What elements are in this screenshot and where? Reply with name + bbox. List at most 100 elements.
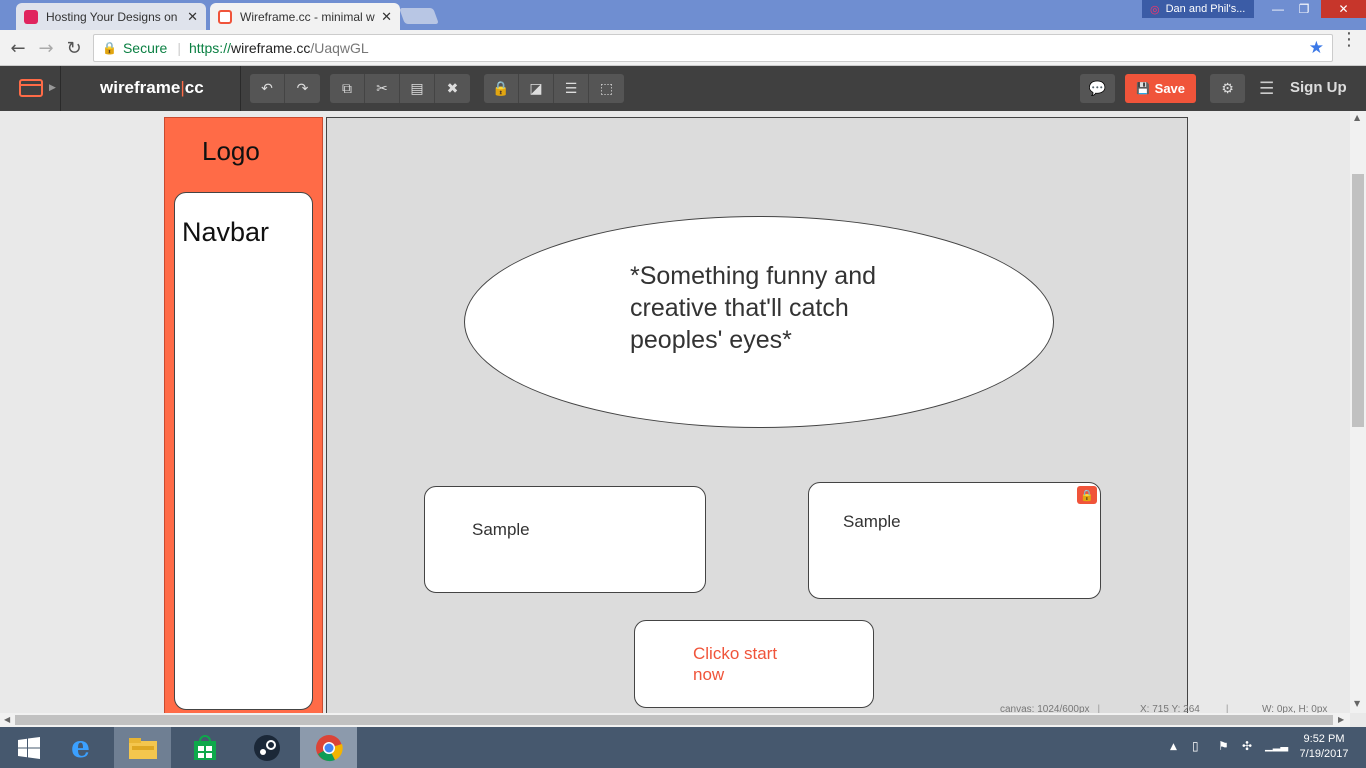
brand-text: wireframe xyxy=(100,78,181,97)
hamburger-icon[interactable]: ☰ xyxy=(1259,79,1274,99)
page-menu-icon[interactable] xyxy=(19,79,43,97)
horizontal-scrollbar[interactable]: ◀ ▶ xyxy=(0,713,1350,727)
comment-button[interactable]: 💬 xyxy=(1080,74,1115,103)
close-tab-icon[interactable]: ✕ xyxy=(381,9,392,25)
vertical-scrollbar[interactable]: ▲ ▼ xyxy=(1350,111,1366,713)
taskbar-edge[interactable]: e xyxy=(52,727,109,768)
toolbar-divider xyxy=(60,66,61,111)
screen: Hosting Your Designs on ✕ Wireframe.cc -… xyxy=(0,0,1366,768)
url-protocol: https:// xyxy=(188,40,231,56)
browser-tab-strip: Hosting Your Designs on ✕ Wireframe.cc -… xyxy=(0,0,1366,30)
browser-tab-wireframe[interactable]: Wireframe.cc - minimal w ✕ xyxy=(210,3,400,30)
tab-title: Hosting Your Designs on xyxy=(46,9,178,24)
scroll-up-icon[interactable]: ▲ xyxy=(1354,113,1360,122)
app-toolbar: ▶ wireframe|cc ↶ ↷ ⧉ ✂ ▤ ✖ 🔒 ◪ ☰ ⬚ 💬 💾 S… xyxy=(0,66,1366,111)
undo-button[interactable]: ↶ xyxy=(250,74,285,103)
windows-logo-icon xyxy=(17,736,40,759)
minimize-button[interactable]: — xyxy=(1264,0,1292,18)
bookmark-star-icon[interactable]: ★ xyxy=(1309,38,1324,58)
scroll-down-icon[interactable]: ▼ xyxy=(1354,699,1360,708)
wireframe-canvas[interactable]: *Something funny and creative that'll ca… xyxy=(326,117,1188,713)
lock-icon: 🔒 xyxy=(102,41,117,55)
url-host: wireframe.cc xyxy=(230,40,311,56)
chevron-right-icon: ▶ xyxy=(49,83,56,93)
wireframe-favicon-icon xyxy=(218,9,232,24)
battery-icon[interactable]: ▯ xyxy=(1192,739,1199,753)
cta-card[interactable]: Clicko start now xyxy=(634,620,874,708)
hero-text[interactable]: *Something funny and creative that'll ca… xyxy=(630,260,930,356)
cut-button[interactable]: ✂ xyxy=(365,74,400,103)
forward-button[interactable]: → xyxy=(34,36,58,60)
steam-icon xyxy=(253,734,280,761)
taskbar-clock[interactable]: 9:52 PM 7/19/2017 xyxy=(1294,732,1354,762)
history-group: ↶ ↷ xyxy=(250,74,320,103)
action-center-flag-icon[interactable]: ⚑ xyxy=(1218,739,1229,753)
sample-card-right[interactable]: Sample 🔒 xyxy=(808,482,1101,599)
taskbar-steam[interactable] xyxy=(238,727,295,768)
vertical-scroll-thumb[interactable] xyxy=(1352,174,1364,427)
signal-strength-icon[interactable]: ▁▂▃ xyxy=(1265,741,1288,752)
wireframe-sidebar-box[interactable]: Logo Navbar xyxy=(164,117,323,713)
close-tab-icon[interactable]: ✕ xyxy=(187,9,198,25)
save-button[interactable]: 💾 Save xyxy=(1125,74,1196,103)
settings-button[interactable]: ⚙ xyxy=(1210,74,1245,103)
address-bar: ← → ↻ 🔒 Secure | https:// wireframe.cc /… xyxy=(0,30,1366,66)
logo-text[interactable]: Logo xyxy=(202,136,260,167)
security-label: Secure xyxy=(122,40,168,56)
new-tab-button[interactable] xyxy=(399,8,439,24)
taskbar-chrome[interactable] xyxy=(300,727,357,768)
url-input[interactable]: 🔒 Secure | https:// wireframe.cc /UaqwGL… xyxy=(93,34,1333,62)
navbar-text[interactable]: Navbar xyxy=(182,217,269,248)
url-separator: | xyxy=(177,40,181,56)
clock-time: 9:52 PM xyxy=(1303,733,1345,745)
scroll-left-icon[interactable]: ◀ xyxy=(4,715,10,724)
profile-name: Dan and Phil's... xyxy=(1165,3,1246,15)
align-button[interactable]: ☰ xyxy=(554,74,589,103)
workspace: Logo Navbar *Something funny and creativ… xyxy=(0,111,1350,713)
store-icon xyxy=(193,734,216,760)
profile-icon: ◎ xyxy=(1150,3,1160,16)
arrange-group: 🔒 ◪ ☰ ⬚ xyxy=(484,74,624,103)
restore-button[interactable]: ❐ xyxy=(1290,0,1318,18)
chrome-icon xyxy=(315,734,343,761)
hosting-favicon-icon xyxy=(24,9,38,24)
brand-text-suffix: cc xyxy=(184,78,204,97)
edge-browser-icon: e xyxy=(70,730,91,765)
back-button[interactable]: ← xyxy=(6,36,30,60)
card-label: Sample xyxy=(843,512,901,531)
taskbar-store[interactable] xyxy=(176,727,233,768)
save-label: Save xyxy=(1154,81,1186,96)
paste-button[interactable]: ▤ xyxy=(400,74,435,103)
url-path: /UaqwGL xyxy=(310,40,369,56)
navbar-box[interactable]: Navbar xyxy=(174,192,313,710)
network-tray-icon[interactable]: ✣ xyxy=(1242,739,1252,753)
clipboard-group: ⧉ ✂ ▤ ✖ xyxy=(330,74,470,103)
bring-front-button[interactable]: ◪ xyxy=(519,74,554,103)
start-button[interactable] xyxy=(0,727,57,768)
close-window-button[interactable]: ✕ xyxy=(1321,0,1366,18)
card-label: Sample xyxy=(472,520,530,539)
tray-chevron-icon[interactable]: ▲ xyxy=(1170,742,1177,752)
folder-icon xyxy=(128,737,157,759)
redo-button[interactable]: ↷ xyxy=(285,74,320,103)
sign-up-link[interactable]: Sign Up xyxy=(1290,79,1347,96)
lock-button[interactable]: 🔒 xyxy=(484,74,519,103)
toolbar-divider xyxy=(240,66,241,111)
scroll-right-icon[interactable]: ▶ xyxy=(1338,715,1344,724)
brand-logo[interactable]: wireframe|cc xyxy=(100,78,204,98)
browser-menu-icon[interactable]: ⋮ xyxy=(1340,31,1358,49)
select-all-button[interactable]: ⬚ xyxy=(589,74,624,103)
tab-title: Wireframe.cc - minimal w xyxy=(240,9,375,24)
duplicate-button[interactable]: ⧉ xyxy=(330,74,365,103)
horizontal-scroll-thumb[interactable] xyxy=(15,715,1333,725)
browser-tab-hosting[interactable]: Hosting Your Designs on ✕ xyxy=(16,3,206,30)
lock-icon[interactable]: 🔒 xyxy=(1077,486,1097,504)
reload-button[interactable]: ↻ xyxy=(62,36,86,60)
delete-button[interactable]: ✖ xyxy=(435,74,470,103)
floppy-icon: 💾 xyxy=(1135,83,1150,95)
clock-date: 7/19/2017 xyxy=(1299,748,1349,760)
taskbar-file-explorer[interactable] xyxy=(114,727,171,768)
profile-button[interactable]: ◎ Dan and Phil's... xyxy=(1142,0,1254,18)
sample-card-left[interactable]: Sample xyxy=(424,486,706,593)
cta-label: Clicko start now xyxy=(693,644,778,684)
